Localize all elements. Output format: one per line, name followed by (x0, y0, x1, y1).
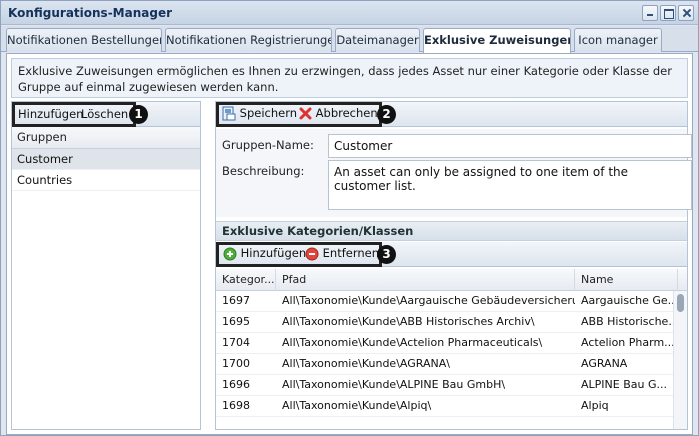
minus-circle-icon (305, 247, 319, 260)
cell-name: Actelion Pharm... (581, 336, 675, 349)
table-row[interactable]: 1700 All\Taxonomie\Kunde\AGRANA\ AGRANA (216, 354, 673, 375)
groups-panel: Hinzufügen Löschen 1 Gruppen Customer Co… (11, 101, 201, 430)
tab-notifikationen-registrierungen[interactable]: Notifikationen Registrierungen (165, 28, 332, 52)
save-icon (222, 106, 236, 121)
tab-icon-manager[interactable]: Icon manager (574, 28, 662, 52)
cell-pfad: All\Taxonomie\Kunde\Actelion Pharmaceuti… (282, 336, 543, 349)
table-row[interactable]: 1698 All\Taxonomie\Kunde\Alpiq\ Alpiq (216, 396, 673, 417)
tab-strip: Notifikationen Bestellungen Notifikation… (1, 26, 698, 53)
cell-kategorie: 1695 (222, 315, 250, 328)
minimize-button[interactable] (642, 5, 658, 21)
tab-content: Exklusive Zuweisungen ermöglichen es Ihn… (6, 53, 693, 435)
tab-exklusive-zuweisungen[interactable]: Exklusive Zuweisungen (423, 28, 571, 53)
table-row[interactable]: 1697 All\Taxonomie\Kunde\Aargauische Gebä… (216, 291, 678, 312)
delete-group-button[interactable]: Löschen (81, 107, 128, 121)
callout-badge-2: 2 (377, 105, 396, 124)
group-row-countries[interactable]: Countries (12, 170, 200, 191)
table-scrollbar[interactable] (673, 291, 687, 429)
exclusive-categories-header: Exklusive Kategorien/Klassen (216, 221, 687, 241)
close-button[interactable] (678, 5, 694, 21)
table-row[interactable]: 1696 All\Taxonomie\Kunde\ALPINE Bau GmbH\… (216, 375, 673, 396)
cell-kategorie: 1697 (222, 294, 250, 307)
cell-pfad: All\Taxonomie\Kunde\ALPINE Bau GmbH\ (282, 378, 506, 391)
maximize-button[interactable] (660, 5, 676, 21)
cell-pfad: All\Taxonomie\Kunde\ABB Historisches Arc… (282, 315, 535, 328)
tab-notifikationen-bestellungen[interactable]: Notifikationen Bestellungen (6, 28, 162, 52)
plus-circle-icon (223, 247, 237, 260)
title-bar: Konfigurations-Manager (1, 1, 698, 25)
cancel-x-icon (299, 107, 312, 120)
cell-pfad: All\Taxonomie\Kunde\Alpiq\ (282, 399, 432, 412)
column-header-pfad[interactable]: Pfad (276, 269, 575, 291)
table-row[interactable]: 1695 All\Taxonomie\Kunde\ABB Historisches… (216, 312, 678, 333)
config-manager-window: Konfigurations-Manager Notifikationen Be… (0, 0, 699, 436)
remove-category-button[interactable]: Entfernen (305, 246, 379, 261)
window-title: Konfigurations-Manager (8, 6, 173, 20)
groups-toolbar: Hinzufügen Löschen 1 (12, 102, 200, 127)
description-label: Beschreibung: (222, 164, 305, 178)
group-name-input[interactable]: Customer (328, 134, 692, 158)
group-row-customer[interactable]: Customer (12, 149, 200, 170)
cell-name: ABB Historische... (581, 315, 678, 328)
remove-category-label: Entfernen (322, 246, 380, 260)
description-textarea[interactable]: An asset can only be assigned to one ite… (328, 160, 692, 210)
add-category-button[interactable]: Hinzufügen (223, 246, 306, 261)
cell-kategorie: 1698 (222, 399, 250, 412)
details-panel: Speichern Abbrechen 2 Gruppen-Name: Cust… (215, 101, 692, 430)
info-text: Exklusive Zuweisungen ermöglichen es Ihn… (11, 58, 688, 98)
cell-name: ALPINE Bau G... (581, 378, 667, 391)
column-header-kategorie[interactable]: Kategor... (216, 269, 276, 291)
group-form: Gruppen-Name: Customer Beschreibung: An … (216, 129, 692, 217)
table-row[interactable]: 1704 All\Taxonomie\Kunde\Actelion Pharmac… (216, 333, 675, 354)
group-name-label: Gruppen-Name: (222, 138, 314, 152)
cell-kategorie: 1700 (222, 357, 250, 370)
cell-name: AGRANA (581, 357, 628, 370)
save-label: Speichern (239, 106, 298, 120)
save-button[interactable]: Speichern (222, 106, 297, 121)
groups-column-header[interactable]: Gruppen (12, 127, 200, 149)
cell-kategorie: 1704 (222, 336, 250, 349)
details-toolbar: Speichern Abbrechen 2 (216, 102, 687, 127)
callout-badge-3: 3 (377, 245, 396, 264)
callout-badge-1: 1 (129, 105, 148, 124)
cell-kategorie: 1696 (222, 378, 250, 391)
add-category-label: Hinzufügen (240, 246, 307, 260)
cell-pfad: All\Taxonomie\Kunde\Aargauische Gebäudev… (282, 294, 575, 307)
categories-toolbar: Hinzufügen Entfernen 3 (216, 242, 687, 267)
cell-pfad: All\Taxonomie\Kunde\AGRANA\ (282, 357, 450, 370)
table-header: Kategor... Pfad Name (216, 269, 687, 291)
cell-name: Aargauische Ge... (581, 294, 678, 307)
tab-dateimanager[interactable]: Dateimanager (335, 28, 420, 52)
column-header-name[interactable]: Name (575, 269, 678, 291)
add-group-button[interactable]: Hinzufügen (18, 107, 83, 121)
scrollbar-thumb[interactable] (677, 294, 684, 312)
cancel-button[interactable]: Abbrechen (299, 106, 378, 120)
cell-name: Alpiq (581, 399, 609, 412)
cancel-label: Abbrechen (315, 106, 378, 120)
categories-table: Kategor... Pfad Name 1697 All\Taxonomie\K… (216, 269, 687, 429)
